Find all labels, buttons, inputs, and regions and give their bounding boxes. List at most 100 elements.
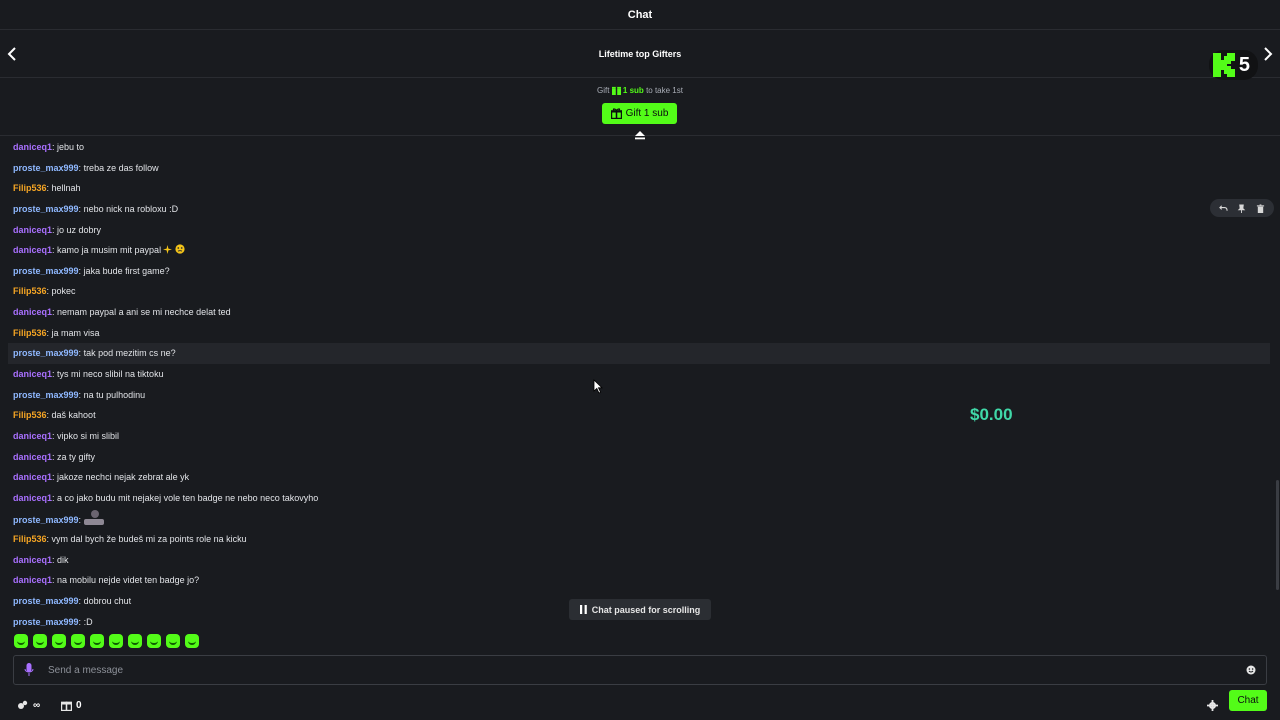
chat-username[interactable]: daniceq1 <box>13 555 52 565</box>
top-gifters-title: Lifetime top Gifters <box>598 48 682 59</box>
chat-paused-button[interactable]: Chat paused for scrolling <box>569 599 711 620</box>
chat-username[interactable]: proste_max999 <box>13 163 79 173</box>
chat-message[interactable]: daniceq1: jo uz dobry <box>0 220 1280 241</box>
chat-text: nebo nick na robloxu :D <box>83 203 179 214</box>
chat-message[interactable]: daniceq1: vipko si mi slibil <box>0 426 1280 447</box>
send-chat-button[interactable]: Chat <box>1229 690 1267 711</box>
chat-message[interactable]: proste_max999: jaka bude first game? <box>0 261 1280 282</box>
chat-message[interactable]: proste_max999: nebo nick na robloxu :D <box>0 199 1280 220</box>
chat-message[interactable]: daniceq1: jakoze nechci nejak zebrat ale… <box>0 467 1280 488</box>
chat-username[interactable]: daniceq1 <box>13 472 52 482</box>
chat-username[interactable]: proste_max999 <box>13 617 79 627</box>
chat-title: Chat <box>627 8 653 21</box>
chat-username[interactable]: proste_max999 <box>13 266 79 276</box>
chat-message[interactable]: daniceq1: tys mi neco slibil na tiktoku <box>0 364 1280 385</box>
chat-text: treba ze das follow <box>83 162 159 173</box>
chat-username[interactable]: daniceq1 <box>13 245 52 255</box>
top-gifters-bar: Lifetime top Gifters 5 <box>0 30 1280 80</box>
emote-cool-icon[interactable] <box>185 634 199 648</box>
chat-username[interactable]: proste_max999 <box>13 596 79 606</box>
gift-count[interactable]: 0 <box>61 696 82 714</box>
message-input-box <box>13 655 1267 685</box>
emote-clown2-icon[interactable] <box>147 634 161 648</box>
chat-message[interactable]: Filip536: ja mam visa <box>0 323 1280 344</box>
chat-message[interactable]: daniceq1: dik <box>0 550 1280 571</box>
chat-messages[interactable]: daniceq1: jebu to proste_max999: treba ze… <box>0 137 1280 627</box>
emote-bar <box>14 634 199 650</box>
chat-message[interactable]: proste_max999: tak pod mezitim cs ne? <box>8 343 1270 365</box>
next-arrow-icon[interactable] <box>1260 46 1276 62</box>
emote-happy-icon[interactable] <box>109 634 123 648</box>
gift-button-label: Gift 1 sub <box>625 108 669 119</box>
chat-message[interactable]: Filip536: hellnah <box>0 178 1280 199</box>
chat-username[interactable]: daniceq1 <box>13 575 52 585</box>
chat-username[interactable]: Filip536 <box>13 410 47 420</box>
microphone-icon[interactable] <box>24 663 34 677</box>
chat-message[interactable]: Filip536: vym dal bych že budeš mi za po… <box>0 529 1280 550</box>
emote-face <box>169 640 177 645</box>
chat-username[interactable]: daniceq1 <box>13 225 52 235</box>
gift-count-value: 0 <box>76 699 82 711</box>
emote-face <box>74 640 82 645</box>
chat-text: vym dal bych že budeš mi za points role … <box>51 534 247 545</box>
settings-button[interactable] <box>1207 696 1218 714</box>
chat-message[interactable]: daniceq1: kamo ja musim mit paypal <box>0 240 1280 261</box>
reply-icon[interactable] <box>1216 201 1230 215</box>
chat-username[interactable]: daniceq1 <box>13 142 52 152</box>
chat-message[interactable]: daniceq1: na mobilu nejde videt ten badg… <box>0 570 1280 591</box>
chat-message[interactable]: proste_max999: <box>0 509 1280 530</box>
message-input[interactable] <box>48 664 1246 676</box>
chat-username[interactable]: daniceq1 <box>13 493 52 503</box>
chat-message[interactable]: daniceq1: nemam paypal a ani se mi nechc… <box>0 302 1280 323</box>
chat-header: Chat <box>0 0 1280 30</box>
chat-message[interactable]: proste_max999: na tu pulhodinu <box>0 385 1280 406</box>
chat-message[interactable]: proste_max999: treba ze das follow <box>0 158 1280 179</box>
chat-username[interactable]: proste_max999 <box>13 390 79 400</box>
chat-username[interactable]: daniceq1 <box>13 452 52 462</box>
emote-face <box>131 640 139 645</box>
chat-username[interactable]: Filip536 <box>13 328 47 338</box>
chat-username[interactable]: Filip536 <box>13 183 47 193</box>
pin-icon[interactable] <box>1235 201 1249 215</box>
emote-laugh-icon[interactable] <box>71 634 85 648</box>
chat-username[interactable]: daniceq1 <box>13 431 52 441</box>
emote-clown-icon[interactable] <box>128 634 142 648</box>
chat-text: daš kahoot <box>51 410 96 421</box>
chat-text: na tu pulhodinu <box>83 389 146 400</box>
emote-smirk-icon[interactable] <box>166 634 180 648</box>
crying-face-emoji-icon <box>175 241 185 262</box>
chat-username[interactable]: Filip536 <box>13 286 47 296</box>
chat-message[interactable]: daniceq1: a co jako budu mit nejakej vol… <box>0 488 1280 509</box>
sparkle-emoji-icon <box>163 241 173 262</box>
gift-sub-button[interactable]: Gift 1 sub <box>602 103 677 124</box>
chat-text: dobrou chut <box>83 596 132 607</box>
gift-mini-icon <box>611 86 621 97</box>
chat-message[interactable]: daniceq1: jebu to <box>0 137 1280 158</box>
chat-username[interactable]: proste_max999 <box>13 515 79 525</box>
gift-note: Gift 1 sub to take 1st <box>0 86 1280 97</box>
chat-username[interactable]: proste_max999 <box>13 204 79 214</box>
chat-text: jebu to <box>57 142 85 152</box>
chat-message[interactable]: Filip536: daš kahoot <box>0 405 1280 426</box>
delete-icon[interactable] <box>1254 201 1268 215</box>
points-icon <box>18 700 28 709</box>
chat-username[interactable]: proste_max999 <box>13 348 79 358</box>
emote-grin-icon[interactable] <box>33 634 47 648</box>
previous-arrow-icon[interactable] <box>4 46 20 62</box>
emote-face <box>188 640 196 645</box>
chat-username[interactable]: daniceq1 <box>13 307 52 317</box>
emote-smile-icon[interactable] <box>14 634 28 648</box>
chat-message[interactable]: Filip536: pokec <box>0 281 1280 302</box>
gift-note-highlight: 1 sub <box>622 86 644 95</box>
chat-scrollbar[interactable] <box>1276 480 1279 590</box>
mouse-cursor-icon <box>593 379 603 394</box>
emote-wink-icon[interactable] <box>52 634 66 648</box>
emoji-icon[interactable] <box>1246 665 1256 675</box>
channel-points[interactable]: ∞ <box>17 696 40 714</box>
kick-count: 5 <box>1238 53 1250 76</box>
chat-username[interactable]: Filip536 <box>13 534 47 544</box>
gift-box-icon <box>61 701 72 711</box>
chat-username[interactable]: daniceq1 <box>13 369 52 379</box>
chat-message[interactable]: daniceq1: za ty gifty <box>0 447 1280 468</box>
emote-box-icon[interactable] <box>90 634 104 648</box>
